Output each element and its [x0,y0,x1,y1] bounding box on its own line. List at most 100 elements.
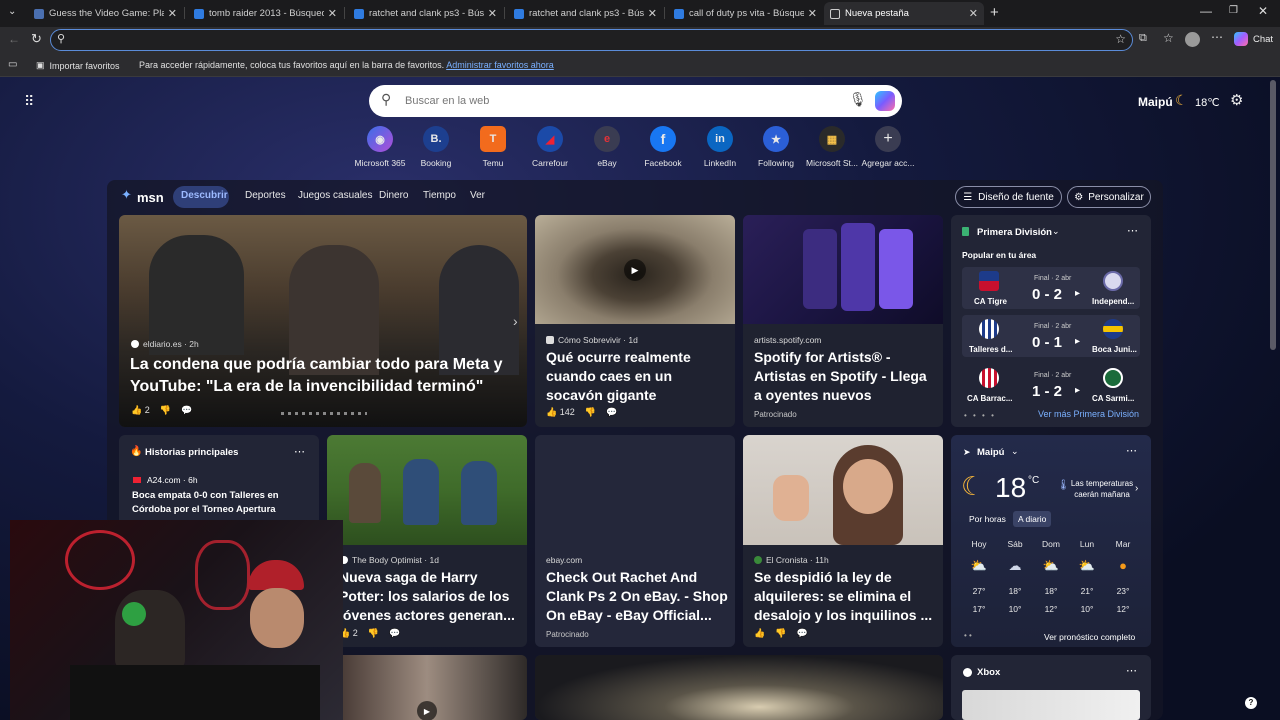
hero-news-card[interactable]: eldiario.es · 2h La condena que podría c… [119,215,527,427]
address-bar[interactable]: ⚲ ☆ [50,29,1133,51]
apps-grid-icon[interactable]: ⠿ [24,93,34,110]
dislike-icon[interactable]: 👎 [585,407,596,418]
favorites-icon[interactable]: ☆ [1163,31,1174,45]
web-search-box[interactable]: ⚲ Buscar en la web 🎙 [369,85,902,117]
quicklink-linkedin[interactable]: in LinkedIn [690,126,750,168]
play-video-icon[interactable]: ▶ [417,701,437,720]
story-headline[interactable]: Boca empata 0-0 con Talleres en Córdoba … [132,489,304,517]
quicklink-facebook[interactable]: f Facebook [633,126,693,168]
comment-icon[interactable]: 💬 [606,407,617,418]
card-headline[interactable]: Qué ocurre realmente cuando caes en un s… [546,348,726,405]
like-button[interactable]: 👍 [754,628,765,639]
chevron-down-icon[interactable]: ⌄ [1052,226,1060,237]
top-stories-title[interactable]: Historias principales [145,447,238,458]
comment-icon[interactable]: 💬 [796,628,807,639]
weather-location[interactable]: Maipú [977,447,1004,458]
font-layout-button[interactable]: ☰ Diseño de fuente [955,186,1062,208]
page-scrollbar[interactable] [1270,80,1276,350]
header-temp[interactable]: 18℃ [1195,96,1220,109]
quicklink-following[interactable]: ★ Following [746,126,806,168]
quicklink-temu[interactable]: T Temu [463,126,523,168]
dislike-icon[interactable]: 👎 [775,628,786,639]
more-options-icon[interactable]: ⋯ [1126,664,1137,677]
manage-favorites-link[interactable]: Administrar favoritos ahora [446,60,554,70]
personalize-button[interactable]: ⚙ Personalizar [1067,186,1151,208]
close-icon[interactable]: ✕ [488,7,497,20]
more-options-icon[interactable]: ⋯ [1126,444,1137,457]
settings-gear-icon[interactable]: ⚙ [1230,91,1243,109]
tab-weather[interactable]: Tiempo [423,190,456,201]
profile-avatar[interactable] [1185,32,1200,47]
microphone-icon[interactable]: 🎙 [849,91,867,108]
comment-icon[interactable]: 💬 [181,405,192,416]
tab-item-active[interactable]: Nueva pestaña ✕ [824,2,984,25]
tab-daily[interactable]: A diario [1013,511,1052,527]
tab-hourly[interactable]: Por horas [969,514,1006,524]
msn-logo[interactable]: msn [137,190,164,205]
import-favorites-button[interactable]: ▣ Importar favoritos [36,60,120,71]
chevron-right-icon[interactable]: › [1135,483,1138,494]
carousel-next-icon[interactable]: › [513,313,518,329]
tab-actions-chevron-icon[interactable]: ⌄ [8,6,16,17]
news-card[interactable]: El Cronista · 11h Se despidió la ley de … [743,435,943,647]
new-tab-plus-icon[interactable]: + [990,4,999,21]
xbox-title[interactable]: Xbox [977,667,1000,678]
tab-sports[interactable]: Deportes [245,190,286,201]
match-row[interactable]: Talleres d... Final · 2 abr 0 - 1 ▸ Boca… [962,315,1140,357]
xbox-game-banner[interactable] [962,690,1140,720]
like-button[interactable]: 👍 142 [546,407,575,418]
tab-money[interactable]: Dinero [379,190,408,201]
see-more-league-link[interactable]: Ver más Primera División [1038,409,1139,419]
card-headline[interactable]: Nueva saga de Harry Potter: los salarios… [339,568,524,625]
match-row[interactable]: CA Barrac... Final · 2 abr 1 - 2 ▸ CA Sa… [962,364,1140,406]
news-card[interactable] [535,655,943,720]
tab-more[interactable]: Ver [470,190,485,201]
card-headline[interactable]: Spotify for Artists® - Artistas en Spoti… [754,348,936,405]
quicklink-booking[interactable]: B. Booking [406,126,466,168]
copilot-icon[interactable] [1234,32,1248,46]
more-menu-icon[interactable]: ⋯ [1211,30,1223,44]
close-icon[interactable]: ✕ [648,7,657,20]
quicklink-microsoft365[interactable]: ◉ Microsoft 365 [350,126,410,168]
sponsored-card[interactable]: ebay.com Check Out Rachet And Clank Ps 2… [535,435,735,647]
restore-icon[interactable]: ❐ [1229,5,1238,16]
tab-item[interactable]: call of duty ps vita - Búsqueda ✕ [668,2,823,25]
news-card[interactable]: The Body Optimist · 1d Nueva saga de Har… [327,435,527,647]
chevron-down-icon[interactable]: ⌄ [1011,446,1019,457]
back-arrow-icon[interactable]: ← [8,32,20,46]
more-options-icon[interactable]: ⋯ [294,445,305,458]
tab-item[interactable]: Guess the Video Game: Play Game ✕ [28,2,183,25]
quicklink-add[interactable]: + Agregar acc... [858,126,918,168]
league-title[interactable]: Primera División [977,227,1052,238]
tab-casual-games[interactable]: Juegos casuales [298,190,373,201]
chat-button-label[interactable]: Chat [1253,34,1273,45]
comment-icon[interactable]: 💬 [389,628,400,639]
match-row[interactable]: CA Tigre Final · 2 abr 0 - 2 ▸ Independ.… [962,267,1140,309]
full-forecast-link[interactable]: Ver pronóstico completo [1044,632,1135,642]
card-headline[interactable]: Se despidió la ley de alquileres: se eli… [754,568,939,625]
hero-headline[interactable]: La condena que podría cambiar todo para … [130,354,510,398]
close-icon[interactable]: ✕ [328,7,337,20]
refresh-icon[interactable]: ↻ [31,31,42,47]
sponsored-card[interactable]: artists.spotify.com Spotify for Artists®… [743,215,943,427]
like-button[interactable]: 👍 2 [131,405,150,416]
quicklink-ebay[interactable]: e eBay [577,126,637,168]
sidebar-toggle-icon[interactable]: ▭ [8,59,17,70]
copilot-icon[interactable] [875,91,895,111]
window-close-icon[interactable]: ✕ [1258,4,1268,18]
tab-item[interactable]: ratchet and clank ps3 - Búsqueda ✕ [508,2,663,25]
news-card[interactable]: ▶ Cómo Sobrevivir · 1d Qué ocurre realme… [535,215,735,427]
header-location[interactable]: Maipú [1138,95,1173,109]
close-icon[interactable]: ✕ [808,7,817,20]
favorite-star-icon[interactable]: ☆ [1115,32,1126,46]
help-icon[interactable]: ? [1245,697,1257,709]
play-video-icon[interactable]: ▶ [624,259,646,281]
tab-item[interactable]: ratchet and clank ps3 - Búsqueda ✕ [348,2,503,25]
close-icon[interactable]: ✕ [969,7,978,20]
minimize-icon[interactable]: — [1200,4,1212,18]
news-card[interactable]: ▶ [327,655,527,720]
card-headline[interactable]: Check Out Rachet And Clank Ps 2 On eBay.… [546,568,731,625]
quicklink-carrefour[interactable]: ◢ Carrefour [520,126,580,168]
dislike-icon[interactable]: 👎 [160,405,171,416]
more-options-icon[interactable]: ⋯ [1127,224,1138,237]
